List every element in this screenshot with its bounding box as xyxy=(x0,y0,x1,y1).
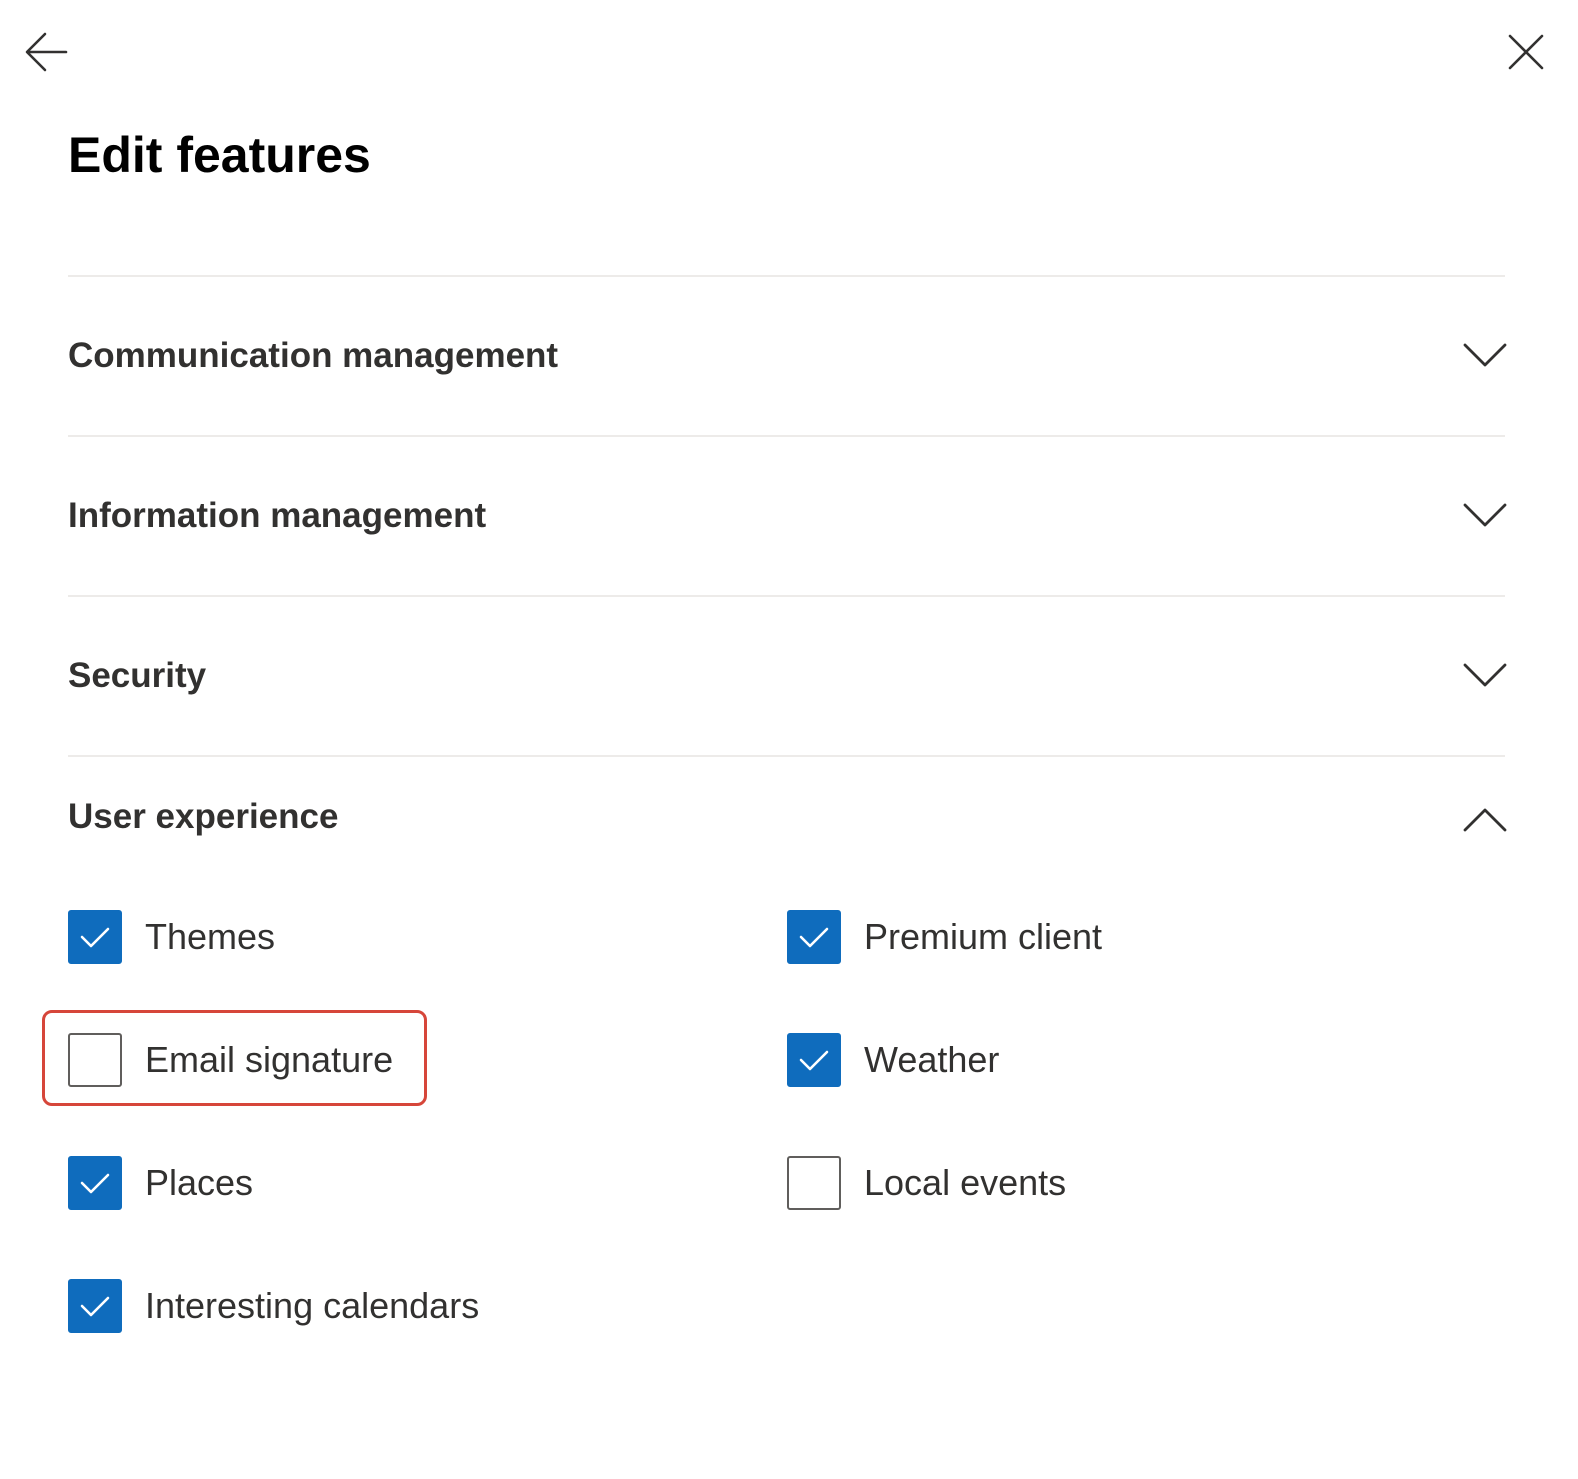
section-title: Security xyxy=(68,656,207,695)
section-communication-management: Communication management xyxy=(68,275,1507,435)
checkmark-icon xyxy=(80,1173,110,1194)
section-header-communication-management[interactable]: Communication management xyxy=(68,277,1507,435)
page-title: Edit features xyxy=(68,127,371,183)
chevron-up-icon xyxy=(1461,795,1509,843)
checkmark-icon xyxy=(80,927,110,948)
option-local-events[interactable]: Local events xyxy=(787,1156,1505,1210)
option-label: Email signature xyxy=(145,1039,394,1080)
option-themes[interactable]: Themes xyxy=(68,910,787,964)
back-button[interactable] xyxy=(18,24,74,80)
section-title: Information management xyxy=(68,496,487,535)
close-button[interactable] xyxy=(1498,24,1554,80)
close-icon xyxy=(1508,34,1544,70)
section-title: Communication management xyxy=(68,336,559,375)
section-title: User experience xyxy=(68,797,339,836)
option-interesting-calendars[interactable]: Interesting calendars xyxy=(68,1279,787,1333)
section-security: Security xyxy=(68,595,1507,755)
chevron-down-icon xyxy=(1461,332,1509,380)
checkbox-weather[interactable] xyxy=(787,1033,841,1087)
checkbox-places[interactable] xyxy=(68,1156,122,1210)
option-premium-client[interactable]: Premium client xyxy=(787,910,1505,964)
option-label: Premium client xyxy=(864,916,1103,957)
checkbox-themes[interactable] xyxy=(68,910,122,964)
arrow-left-icon xyxy=(25,32,68,72)
option-label: Local events xyxy=(864,1162,1067,1203)
checkbox-premium-client[interactable] xyxy=(787,910,841,964)
section-header-user-experience[interactable]: User experience xyxy=(68,757,1507,881)
edit-features-panel: Edit features Communication management I… xyxy=(0,0,1578,1479)
option-weather[interactable]: Weather xyxy=(787,1033,1505,1087)
chevron-down-icon xyxy=(1461,652,1509,700)
option-places[interactable]: Places xyxy=(68,1156,787,1210)
section-information-management: Information management xyxy=(68,435,1507,595)
option-label: Themes xyxy=(145,916,276,957)
checkmark-icon xyxy=(799,927,829,948)
option-label: Weather xyxy=(864,1039,1000,1080)
section-header-security[interactable]: Security xyxy=(68,597,1507,755)
checkmark-icon xyxy=(80,1296,110,1317)
section-header-information-management[interactable]: Information management xyxy=(68,437,1507,595)
checkbox-interesting-calendars[interactable] xyxy=(68,1279,122,1333)
checkbox-email-signature[interactable] xyxy=(68,1033,122,1087)
checkbox-local-events[interactable] xyxy=(787,1156,841,1210)
option-email-signature[interactable]: Email signature xyxy=(42,1010,787,1106)
chevron-down-icon xyxy=(1461,492,1509,540)
user-experience-options: Themes Premium client Email signature We… xyxy=(42,881,1505,1333)
feature-sections: Communication management Information man… xyxy=(42,275,1507,1333)
option-label: Places xyxy=(145,1162,254,1203)
section-user-experience: User experience Themes Premium client Em… xyxy=(42,755,1507,1333)
option-label: Interesting calendars xyxy=(145,1285,480,1326)
checkmark-icon xyxy=(799,1050,829,1071)
